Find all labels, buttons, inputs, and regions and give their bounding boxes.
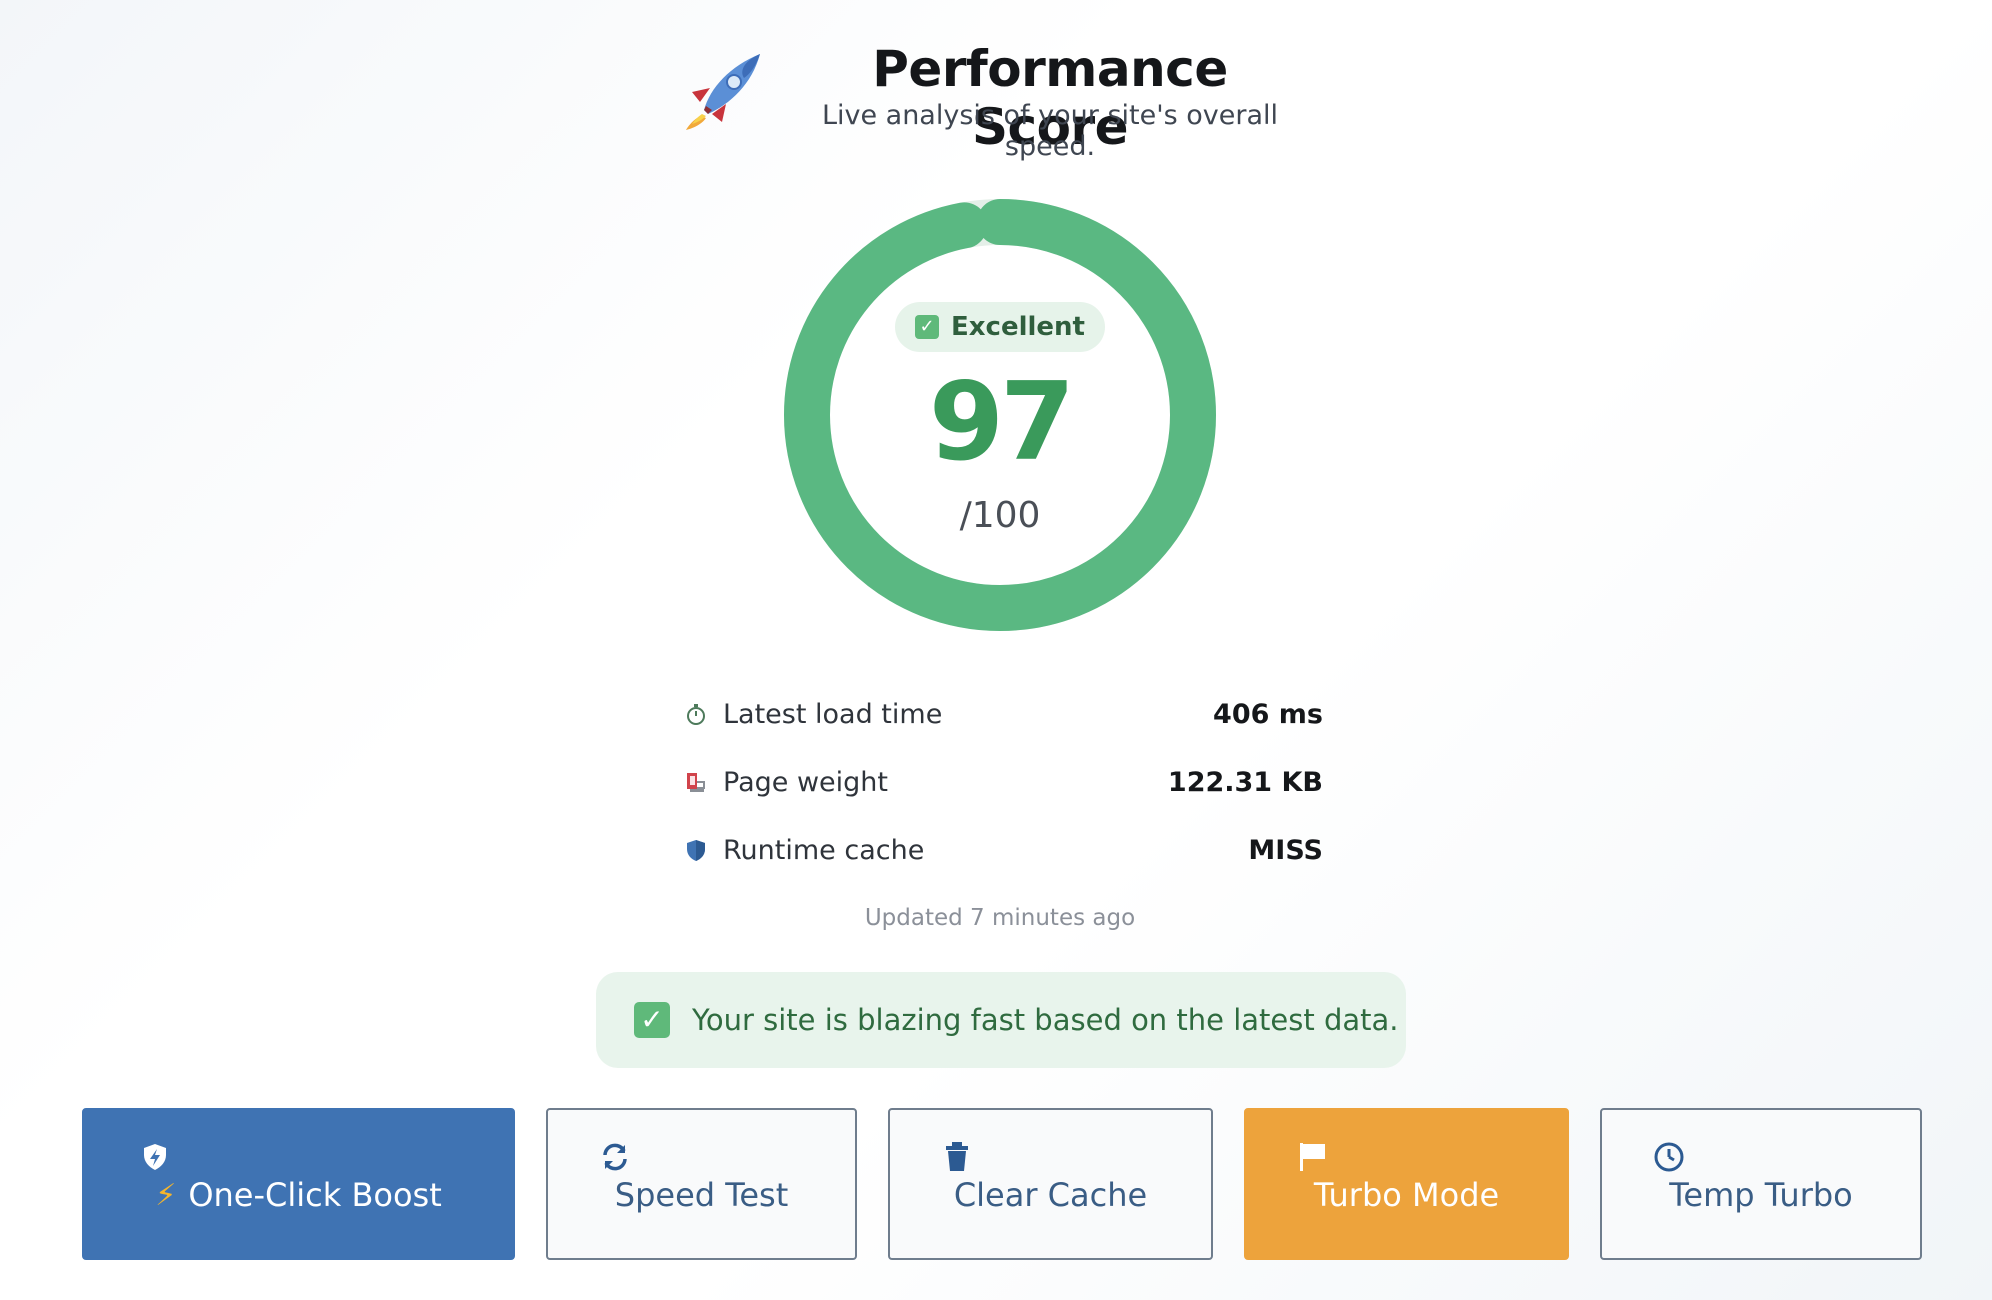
metrics-list: Latest load time 406 ms Page weight 122.… bbox=[683, 680, 1323, 884]
success-alert: ✓ Your site is blazing fast based on the… bbox=[596, 972, 1406, 1068]
shield-icon bbox=[683, 837, 709, 863]
score-max: /100 bbox=[959, 495, 1041, 536]
metric-row: Runtime cache MISS bbox=[683, 816, 1323, 884]
shield-bolt-icon bbox=[138, 1140, 172, 1174]
speed-test-button[interactable]: Speed Test bbox=[546, 1108, 857, 1260]
metric-value: MISS bbox=[1248, 834, 1323, 866]
button-label: One-Click Boost bbox=[188, 1176, 442, 1214]
metric-label: Page weight bbox=[723, 766, 888, 798]
flag-icon bbox=[1296, 1140, 1330, 1174]
button-label: Clear Cache bbox=[953, 1176, 1148, 1214]
button-label: Speed Test bbox=[614, 1176, 789, 1214]
button-label: Temp Turbo bbox=[1669, 1176, 1853, 1214]
refresh-icon bbox=[598, 1140, 632, 1174]
score-value: 97 bbox=[928, 360, 1075, 485]
button-label: Turbo Mode bbox=[1313, 1176, 1500, 1214]
bolt-icon: ⚡ bbox=[155, 1177, 177, 1213]
check-icon: ✓ bbox=[634, 1002, 670, 1038]
rocket-icon bbox=[680, 48, 766, 134]
page-subtitle: Live analysis of your site's overall spe… bbox=[821, 100, 1279, 162]
stopwatch-icon bbox=[683, 701, 709, 727]
temp-turbo-button[interactable]: Temp Turbo bbox=[1600, 1108, 1922, 1260]
metric-label: Runtime cache bbox=[723, 834, 925, 866]
clock-icon bbox=[1652, 1140, 1686, 1174]
clear-cache-button[interactable]: Clear Cache bbox=[888, 1108, 1213, 1260]
trash-icon bbox=[940, 1140, 974, 1174]
alert-text: Your site is blazing fast based on the l… bbox=[692, 1003, 1399, 1037]
metric-value: 122.31 KB bbox=[1167, 766, 1323, 798]
status-badge: ✓ Excellent bbox=[895, 302, 1105, 352]
metric-label: Latest load time bbox=[723, 698, 943, 730]
check-icon: ✓ bbox=[915, 315, 939, 339]
metric-row: Latest load time 406 ms bbox=[683, 680, 1323, 748]
header: Performance Score Live analysis of your … bbox=[660, 40, 1360, 162]
one-click-boost-button[interactable]: ⚡ One-Click Boost bbox=[82, 1108, 515, 1260]
weight-icon bbox=[683, 769, 709, 795]
score-gauge: ✓ Excellent 97 /100 bbox=[780, 195, 1220, 635]
metric-row: Page weight 122.31 KB bbox=[683, 748, 1323, 816]
turbo-mode-button[interactable]: Turbo Mode bbox=[1244, 1108, 1569, 1260]
updated-timestamp: Updated 7 minutes ago bbox=[864, 905, 1136, 931]
metric-value: 406 ms bbox=[1213, 698, 1323, 730]
status-text: Excellent bbox=[951, 312, 1085, 342]
